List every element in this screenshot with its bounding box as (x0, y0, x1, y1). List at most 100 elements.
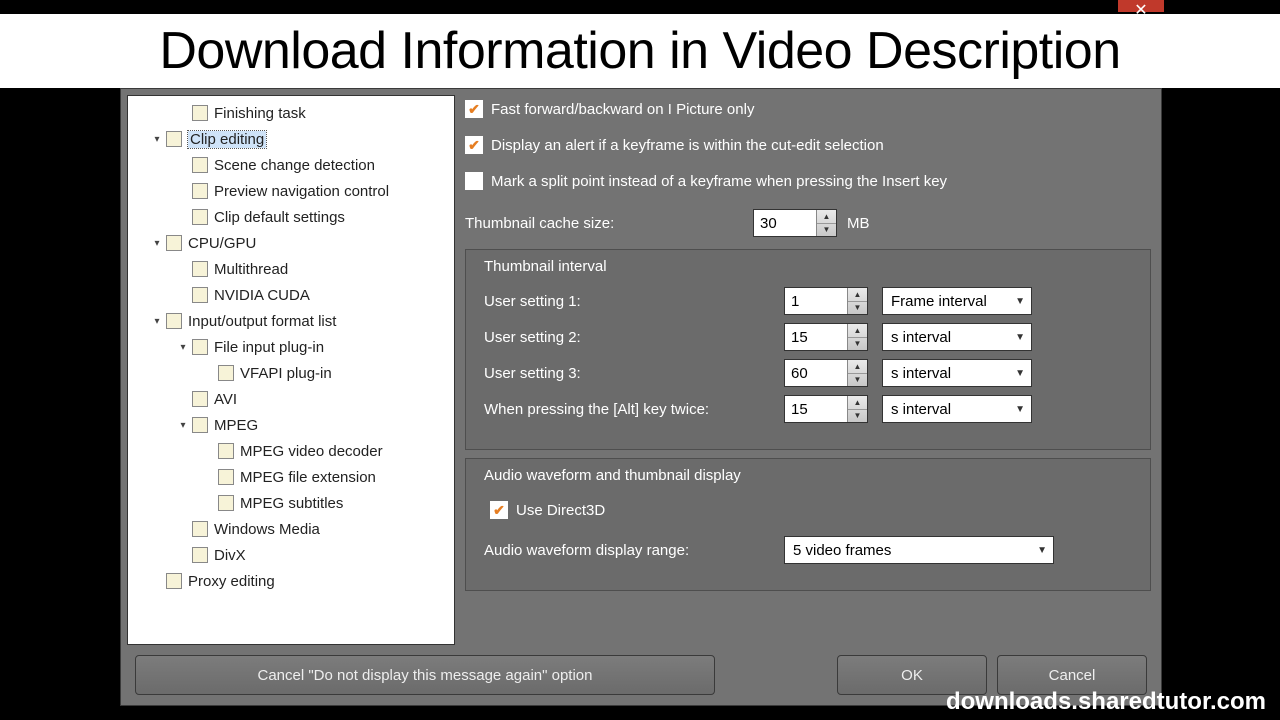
tree-item-finishing-task[interactable]: Finishing task (128, 100, 454, 126)
chevron-down-icon: ▼ (1015, 332, 1025, 343)
overlay-banner: Download Information in Video Descriptio… (0, 14, 1280, 88)
combo-value: Frame interval (891, 293, 987, 310)
tree-item-divx[interactable]: DivX (128, 542, 454, 568)
cancel-message-option-button[interactable]: Cancel "Do not display this message agai… (135, 655, 715, 695)
user-setting-1-unit-combo[interactable]: Frame interval ▼ (882, 287, 1032, 315)
tree-collapse-icon[interactable]: ▾ (176, 340, 190, 354)
checkbox-icon (465, 136, 483, 154)
tree-item-multithread[interactable]: Multithread (128, 256, 454, 282)
tree-item-io-format[interactable]: ▾ Input/output format list (128, 308, 454, 334)
spinner-down-icon[interactable]: ▼ (848, 410, 867, 423)
user-setting-3-input[interactable] (785, 360, 847, 386)
page-icon (166, 235, 182, 251)
page-icon (192, 209, 208, 225)
tree-collapse-icon[interactable]: ▾ (150, 236, 164, 250)
cache-size-label: Thumbnail cache size: (465, 215, 743, 232)
audio-range-label: Audio waveform display range: (484, 542, 784, 559)
thumbnail-interval-group: Thumbnail interval User setting 1: ▲▼ Fr… (465, 249, 1151, 450)
settings-panel: Fast forward/backward on I Picture only … (465, 95, 1155, 645)
alt-twice-spinner[interactable]: ▲▼ (784, 395, 868, 423)
button-label: Cancel (1049, 667, 1096, 684)
tree-label: CPU/GPU (188, 235, 256, 252)
tree-twisty-icon (176, 106, 190, 120)
audio-range-combo[interactable]: 5 video frames ▼ (784, 536, 1054, 564)
tree-label: MPEG subtitles (240, 495, 343, 512)
user-setting-1-input[interactable] (785, 288, 847, 314)
page-icon (166, 313, 182, 329)
tree-item-proxy[interactable]: Proxy editing (128, 568, 454, 594)
combo-value: s interval (891, 365, 951, 382)
page-icon (218, 443, 234, 459)
user-setting-2-spinner[interactable]: ▲▼ (784, 323, 868, 351)
tree-collapse-icon[interactable]: ▾ (150, 132, 164, 146)
user-setting-3-unit-combo[interactable]: s interval ▼ (882, 359, 1032, 387)
user-setting-1-spinner[interactable]: ▲▼ (784, 287, 868, 315)
page-icon (192, 261, 208, 277)
group-title: Thumbnail interval (484, 258, 1132, 275)
spinner-down-icon[interactable]: ▼ (848, 338, 867, 351)
tree-label: AVI (214, 391, 237, 408)
user-setting-3-label: User setting 3: (484, 365, 784, 382)
spinner-up-icon[interactable]: ▲ (848, 396, 867, 410)
user-setting-2-unit-combo[interactable]: s interval ▼ (882, 323, 1032, 351)
spinner-up-icon[interactable]: ▲ (848, 288, 867, 302)
tree-item-wmv[interactable]: Windows Media (128, 516, 454, 542)
combo-value: s interval (891, 401, 951, 418)
audio-waveform-group: Audio waveform and thumbnail display Use… (465, 458, 1151, 591)
spinner-up-icon[interactable]: ▲ (817, 210, 836, 224)
window-close-button[interactable]: ✕ (1118, 0, 1164, 12)
button-label: OK (901, 667, 923, 684)
alt-twice-input[interactable] (785, 396, 847, 422)
checkbox-fast-forward[interactable]: Fast forward/backward on I Picture only (465, 95, 1151, 123)
group-title: Audio waveform and thumbnail display (484, 467, 1132, 484)
tree-item-file-input[interactable]: ▾ File input plug-in (128, 334, 454, 360)
page-icon (218, 495, 234, 511)
tree-item-vfapi[interactable]: VFAPI plug-in (128, 360, 454, 386)
tree-item-cpu-gpu[interactable]: ▾ CPU/GPU (128, 230, 454, 256)
tree-item-avi[interactable]: AVI (128, 386, 454, 412)
tree-collapse-icon[interactable]: ▾ (176, 418, 190, 432)
tree-item-clip-defaults[interactable]: Clip default settings (128, 204, 454, 230)
tree-item-mpeg-decoder[interactable]: MPEG video decoder (128, 438, 454, 464)
spinner-down-icon[interactable]: ▼ (848, 302, 867, 315)
tree-label: MPEG video decoder (240, 443, 383, 460)
plugin-icon (218, 365, 234, 381)
cache-size-input[interactable] (754, 210, 816, 236)
tree-item-mpeg[interactable]: ▾ MPEG (128, 412, 454, 438)
cache-unit-label: MB (847, 215, 870, 232)
checkbox-split-point[interactable]: Mark a split point instead of a keyframe… (465, 167, 1151, 195)
format-icon (192, 547, 208, 563)
tree-collapse-icon[interactable]: ▾ (150, 314, 164, 328)
tree-item-cuda[interactable]: NVIDIA CUDA (128, 282, 454, 308)
chevron-down-icon: ▼ (1015, 368, 1025, 379)
alt-twice-unit-combo[interactable]: s interval ▼ (882, 395, 1032, 423)
tree-label: DivX (214, 547, 246, 564)
cache-size-spinner[interactable]: ▲▼ (753, 209, 837, 237)
combo-value: 5 video frames (793, 542, 891, 559)
tree-item-preview-nav[interactable]: Preview navigation control (128, 178, 454, 204)
tree-item-clip-editing[interactable]: ▾ Clip editing (128, 126, 454, 152)
spinner-up-icon[interactable]: ▲ (848, 360, 867, 374)
spinner-down-icon[interactable]: ▼ (817, 224, 836, 237)
tree-label: Windows Media (214, 521, 320, 538)
checkbox-label: Fast forward/backward on I Picture only (491, 101, 754, 118)
tree-item-mpeg-subs[interactable]: MPEG subtitles (128, 490, 454, 516)
watermark-text: downloads.sharedtutor.com (946, 688, 1266, 716)
page-icon (166, 131, 182, 147)
checkbox-label: Mark a split point instead of a keyframe… (491, 173, 947, 190)
tree-item-mpeg-ext[interactable]: MPEG file extension (128, 464, 454, 490)
page-icon (192, 287, 208, 303)
checkbox-label: Use Direct3D (516, 502, 605, 519)
user-setting-3-spinner[interactable]: ▲▼ (784, 359, 868, 387)
spinner-down-icon[interactable]: ▼ (848, 374, 867, 387)
checkbox-keyframe-alert[interactable]: Display an alert if a keyframe is within… (465, 131, 1151, 159)
plugin-icon (192, 339, 208, 355)
spinner-up-icon[interactable]: ▲ (848, 324, 867, 338)
tree-item-scene-change[interactable]: Scene change detection (128, 152, 454, 178)
checkbox-use-direct3d[interactable]: Use Direct3D (490, 496, 1132, 524)
format-icon (192, 521, 208, 537)
user-setting-2-input[interactable] (785, 324, 847, 350)
preferences-tree[interactable]: Finishing task ▾ Clip editing Scene chan… (127, 95, 455, 645)
tree-label: Scene change detection (214, 157, 375, 174)
checkbox-icon (465, 100, 483, 118)
